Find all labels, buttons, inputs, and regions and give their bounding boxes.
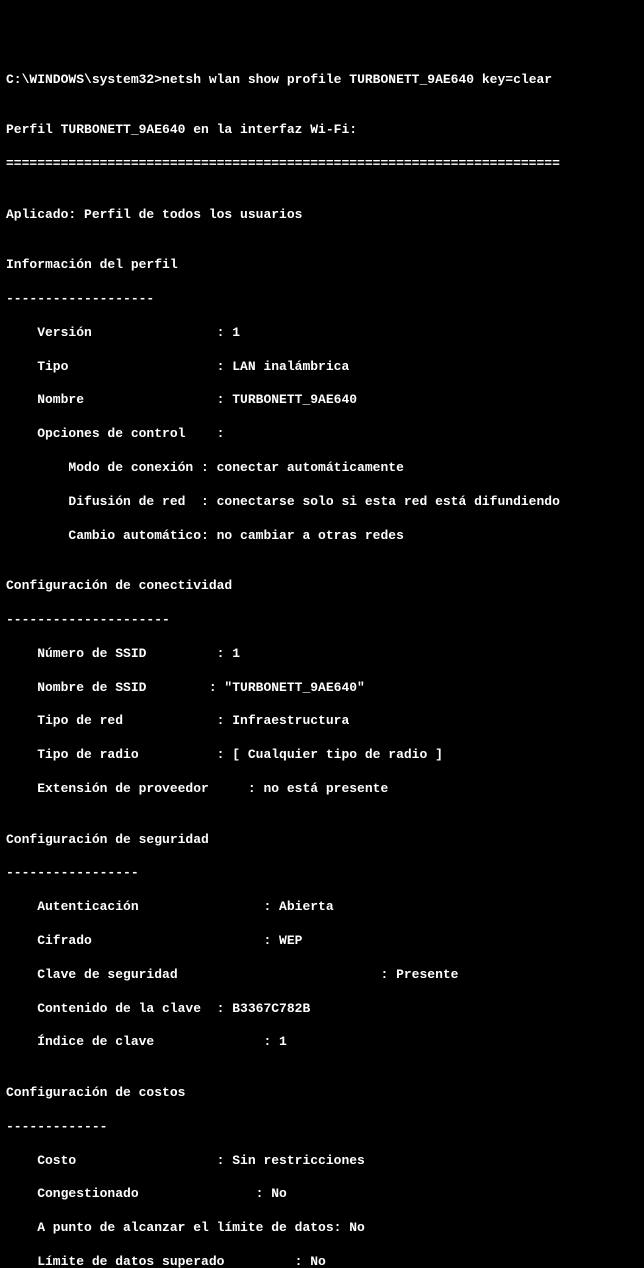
field-connection-mode: Modo de conexión : conectar automáticame… — [6, 460, 638, 477]
section-heading: Configuración de seguridad — [6, 832, 638, 849]
field-key-index: Índice de clave : 1 — [6, 1034, 638, 1051]
section-underline: ------------------- — [6, 291, 638, 308]
field-network-type: Tipo de red : Infraestructura — [6, 713, 638, 730]
field-options: Opciones de control : — [6, 426, 638, 443]
field-cipher: Cifrado : WEP — [6, 933, 638, 950]
field-radio-type: Tipo de radio : [ Cualquier tipo de radi… — [6, 747, 638, 764]
section-underline: ----------------- — [6, 865, 638, 882]
section-heading: Configuración de costos — [6, 1085, 638, 1102]
field-near-data-limit: A punto de alcanzar el límite de datos: … — [6, 1220, 638, 1237]
section-underline: ------------- — [6, 1119, 638, 1136]
typed-command: netsh wlan show profile TURBONETT_9AE640… — [162, 72, 552, 87]
section-heading: Configuración de conectividad — [6, 578, 638, 595]
prompt-line[interactable]: C:\WINDOWS\system32>netsh wlan show prof… — [6, 72, 638, 89]
field-key-content: Contenido de la clave : B3367C782B — [6, 1001, 638, 1018]
field-ssid-name: Nombre de SSID : "TURBONETT_9AE640" — [6, 680, 638, 697]
field-auto-switch: Cambio automático: no cambiar a otras re… — [6, 528, 638, 545]
field-security-key: Clave de seguridad : Presente — [6, 967, 638, 984]
profile-header: Perfil TURBONETT_9AE640 en la interfaz W… — [6, 122, 638, 139]
field-type: Tipo : LAN inalámbrica — [6, 359, 638, 376]
field-name: Nombre : TURBONETT_9AE640 — [6, 392, 638, 409]
field-auth: Autenticación : Abierta — [6, 899, 638, 916]
prompt-path: C:\WINDOWS\system32> — [6, 72, 162, 87]
field-congested: Congestionado : No — [6, 1186, 638, 1203]
divider-line: ========================================… — [6, 156, 638, 173]
field-ssid-count: Número de SSID : 1 — [6, 646, 638, 663]
section-underline: --------------------- — [6, 612, 638, 629]
field-broadcast: Difusión de red : conectarse solo si est… — [6, 494, 638, 511]
field-version: Versión : 1 — [6, 325, 638, 342]
section-heading: Información del perfil — [6, 257, 638, 274]
applied-line: Aplicado: Perfil de todos los usuarios — [6, 207, 638, 224]
field-cost: Costo : Sin restricciones — [6, 1153, 638, 1170]
field-vendor-ext: Extensión de proveedor : no está present… — [6, 781, 638, 798]
field-over-data-limit: Límite de datos superado : No — [6, 1254, 638, 1268]
